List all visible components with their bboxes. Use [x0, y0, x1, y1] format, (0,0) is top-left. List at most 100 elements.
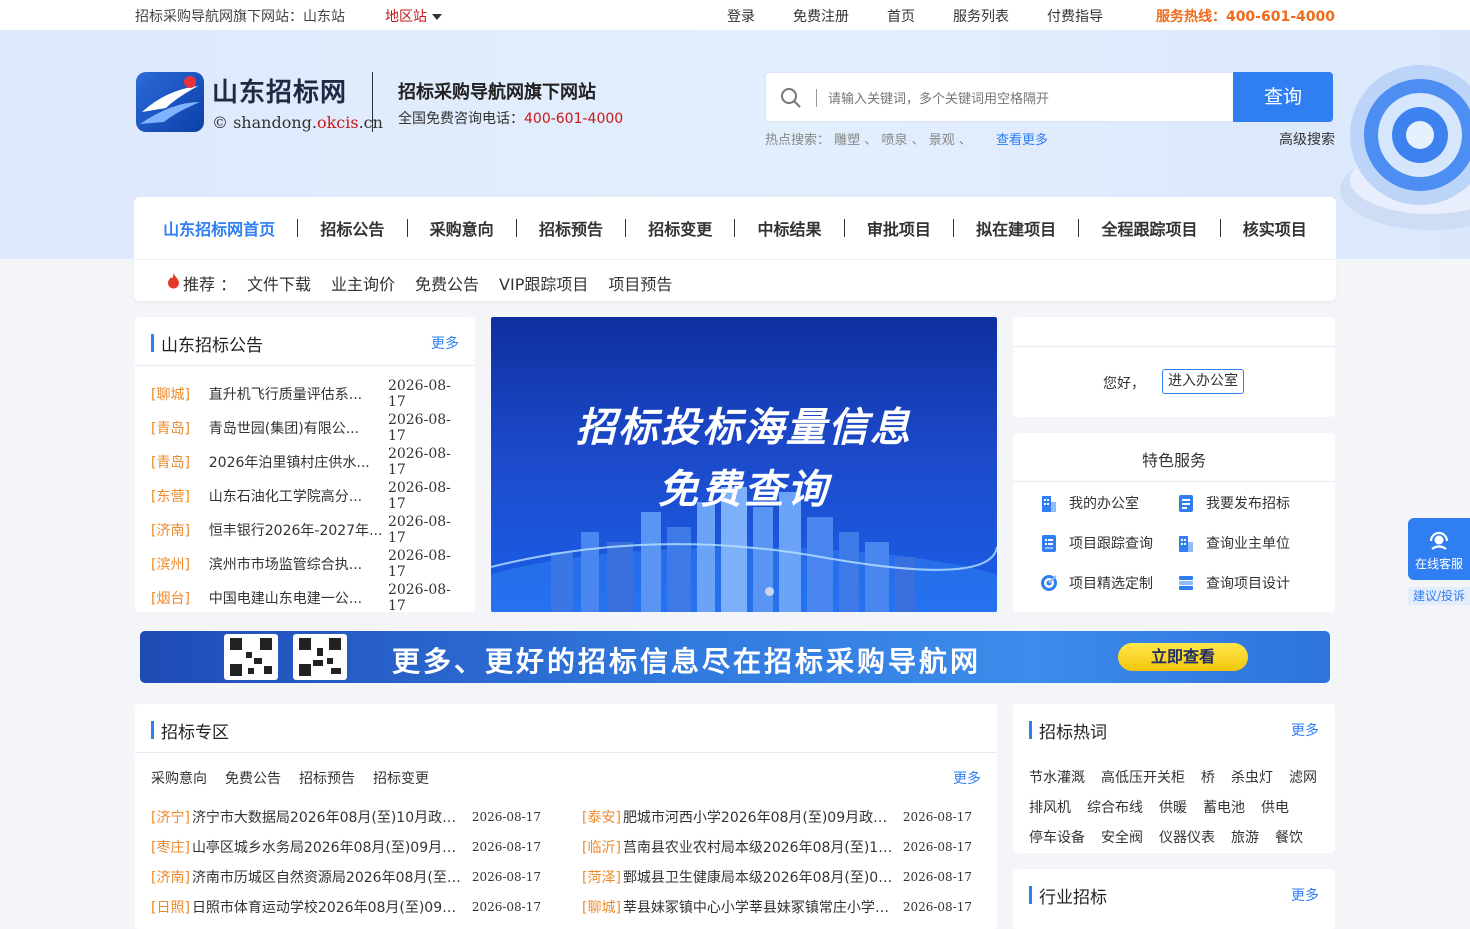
notice-date: 2026-08-17 [471, 870, 541, 884]
carousel-dot[interactable] [765, 587, 774, 596]
notice-date: 2026-08-17 [471, 840, 541, 854]
more-link[interactable]: 更多 [431, 333, 459, 353]
hotword[interactable]: 节水灌溉 [1029, 767, 1085, 787]
service-label: 项目跟踪查询 [1069, 536, 1153, 552]
list-item[interactable]: [聊城] 直升机飞行质量评估系... 2026-08-17 [151, 377, 467, 411]
tab-bid-change[interactable]: 招标变更 [373, 768, 429, 788]
list-item[interactable]: [烟台] 中国电建山东电建一公... 2026-08-17 [151, 581, 467, 615]
hot-term[interactable]: 雕塑 、 [834, 133, 877, 148]
region-tag: [泰安] [582, 810, 621, 826]
recommend-item[interactable]: 文件下载 [247, 271, 311, 295]
nav-approval[interactable]: 审批项目 [867, 216, 931, 240]
zone-list-right: [泰安]肥城市河西小学2026年08月(至)09月政府采购意向 2026-08-1… [582, 802, 972, 922]
list-item[interactable]: [滨州] 滨州市市场监管综合执... 2026-08-17 [151, 547, 467, 581]
service-custom-selection[interactable]: 项目精选定制 [1039, 573, 1176, 593]
target-icon [1041, 575, 1057, 591]
hotword[interactable]: 餐饮 [1275, 827, 1303, 847]
hotword[interactable]: 安全阀 [1101, 827, 1143, 847]
list-item[interactable]: [临沂]莒南县农业农村局本级2026年08月(至)10月政府采购意向 2026-0… [582, 832, 972, 862]
card-title: 行业招标 [1029, 883, 1107, 908]
region-dropdown[interactable]: 地区站 [385, 6, 442, 26]
hotword[interactable]: 供电 [1261, 797, 1289, 817]
hotword[interactable]: 停车设备 [1029, 827, 1085, 847]
view-now-button[interactable]: 立即查看 [1118, 643, 1248, 671]
hotword[interactable]: 高低压开关柜 [1101, 767, 1185, 787]
nav-award-result[interactable]: 中标结果 [758, 216, 822, 240]
region-tag: [济南] [151, 523, 190, 539]
nav-divider [734, 219, 736, 237]
nav-planned[interactable]: 拟在建项目 [976, 216, 1056, 240]
region-tag: [滨州] [151, 557, 190, 573]
hotword[interactable]: 桥 [1201, 767, 1215, 787]
online-service-button[interactable]: 在线客服 [1408, 518, 1470, 580]
login-link[interactable]: 登录 [727, 6, 755, 26]
hotline: 服务热线：400-601-4000 [1155, 9, 1335, 25]
shandong-notices-card: 山东招标公告 更多 [聊城] 直升机飞行质量评估系... 2026-08-17 [青… [135, 317, 475, 615]
service-owner-search[interactable]: 查询业主单位 [1176, 533, 1313, 553]
hotword[interactable]: 滤网 [1289, 767, 1317, 787]
ad-banner[interactable]: 更多、更好的招标信息尽在招标采购导航网 立即查看 [140, 631, 1330, 683]
consult-line: 全国免费咨询电话：400-601-4000 [398, 108, 623, 128]
list-item[interactable]: [聊城]莘县妹冢镇中心小学莘县妹冢镇常庄小学政府采购意向 2026-08-17 [582, 892, 972, 922]
more-link[interactable]: 更多 [953, 768, 981, 788]
hotword[interactable]: 排风机 [1029, 797, 1071, 817]
search-input[interactable] [828, 85, 1228, 111]
service-project-tracking[interactable]: 项目跟踪查询 [1039, 533, 1176, 553]
list-item[interactable]: [青岛] 2026年泊里镇村庄供水... 2026-08-17 [151, 445, 467, 479]
hotword[interactable]: 旅游 [1231, 827, 1259, 847]
hot-term[interactable]: 喷泉 、 [881, 133, 924, 148]
more-link[interactable]: 更多 [1291, 885, 1319, 905]
hotword[interactable]: 供暖 [1159, 797, 1187, 817]
advanced-search-link[interactable]: 高级搜索 [1279, 129, 1335, 149]
site-logo[interactable] [136, 72, 204, 132]
recommend-label: 推荐 ： [183, 275, 237, 294]
list-item[interactable]: [青岛] 青岛世园(集团)有限公... 2026-08-17 [151, 411, 467, 445]
list-item[interactable]: [东营] 山东石油化工学院高分... 2026-08-17 [151, 479, 467, 513]
recommend-item[interactable]: VIP跟踪项目 [499, 271, 588, 295]
list-item[interactable]: [日照]日照市体育运动学校2026年08月(至)09月政府采购意向 2026-08… [151, 892, 541, 922]
tab-purchase-intent[interactable]: 采购意向 [151, 768, 207, 788]
hot-term[interactable]: 景观 、 [929, 133, 972, 148]
nav-home[interactable]: 山东招标网首页 [163, 216, 275, 240]
list-item[interactable]: [济南] 恒丰银行2026年-2027年... 2026-08-17 [151, 513, 467, 547]
service-publish-bid[interactable]: 我要发布招标 [1176, 493, 1313, 513]
nav-bid-change[interactable]: 招标变更 [648, 216, 712, 240]
list-item[interactable]: [菏泽]鄄城县卫生健康局本级2026年08月(至)09月政府采购意向 2026-0… [582, 862, 972, 892]
nav-tracking[interactable]: 全程跟踪项目 [1101, 216, 1197, 240]
logo-url-suffix: .cn [358, 113, 383, 132]
service-label: 项目精选定制 [1069, 576, 1153, 592]
list-item[interactable]: [枣庄]山亭区城乡水务局2026年08月(至)09月政府采购意向 2026-08-… [151, 832, 541, 862]
services-link[interactable]: 服务列表 [953, 6, 1009, 26]
more-link[interactable]: 更多 [1291, 720, 1319, 740]
recommend-item[interactable]: 项目预告 [608, 271, 672, 295]
service-project-design[interactable]: 查询项目设计 [1176, 573, 1313, 593]
nav-verified[interactable]: 核实项目 [1243, 216, 1307, 240]
hotword[interactable]: 杀虫灯 [1231, 767, 1273, 787]
region-tag: [济宁] [151, 810, 190, 826]
nav-bid-notice[interactable]: 招标公告 [320, 216, 384, 240]
list-item[interactable]: [济宁]济宁市大数据局2026年08月(至)10月政府采购意向 2026-08-1… [151, 802, 541, 832]
service-my-office[interactable]: 我的办公室 [1039, 493, 1176, 513]
enter-office-button[interactable]: 进入办公室 [1162, 369, 1244, 394]
search-button[interactable]: 查询 [1233, 72, 1333, 122]
home-link[interactable]: 首页 [887, 6, 915, 26]
hot-more-link[interactable]: 查看更多 [996, 133, 1048, 148]
nav-purchase-intent[interactable]: 采购意向 [430, 216, 494, 240]
hotword[interactable]: 综合布线 [1087, 797, 1143, 817]
hero-banner[interactable]: 招标投标海量信息 免费查询 [491, 317, 997, 612]
list-item[interactable]: [济南]济南市历城区自然资源局2026年08月(至)09月政府采购意向 2026-… [151, 862, 541, 892]
hotword[interactable]: 仪器仪表 [1159, 827, 1215, 847]
list-item[interactable]: [泰安]肥城市河西小学2026年08月(至)09月政府采购意向 2026-08-1… [582, 802, 972, 832]
region-tag: [聊城] [151, 387, 190, 403]
nav-bid-preview[interactable]: 招标预告 [539, 216, 603, 240]
recommend-item[interactable]: 业主询价 [331, 271, 395, 295]
hotword[interactable]: 蓄电池 [1203, 797, 1245, 817]
tab-bid-preview[interactable]: 招标预告 [299, 768, 355, 788]
banner-headline: 招标投标海量信息 [576, 405, 912, 451]
feedback-button[interactable]: 建议/投诉 [1408, 587, 1470, 605]
recommend-item[interactable]: 免费公告 [415, 271, 479, 295]
greeting: 您好， [1103, 376, 1145, 392]
tab-free-notice[interactable]: 免费公告 [225, 768, 281, 788]
pay-guide-link[interactable]: 付费指导 [1047, 6, 1103, 26]
register-link[interactable]: 免费注册 [793, 6, 849, 26]
